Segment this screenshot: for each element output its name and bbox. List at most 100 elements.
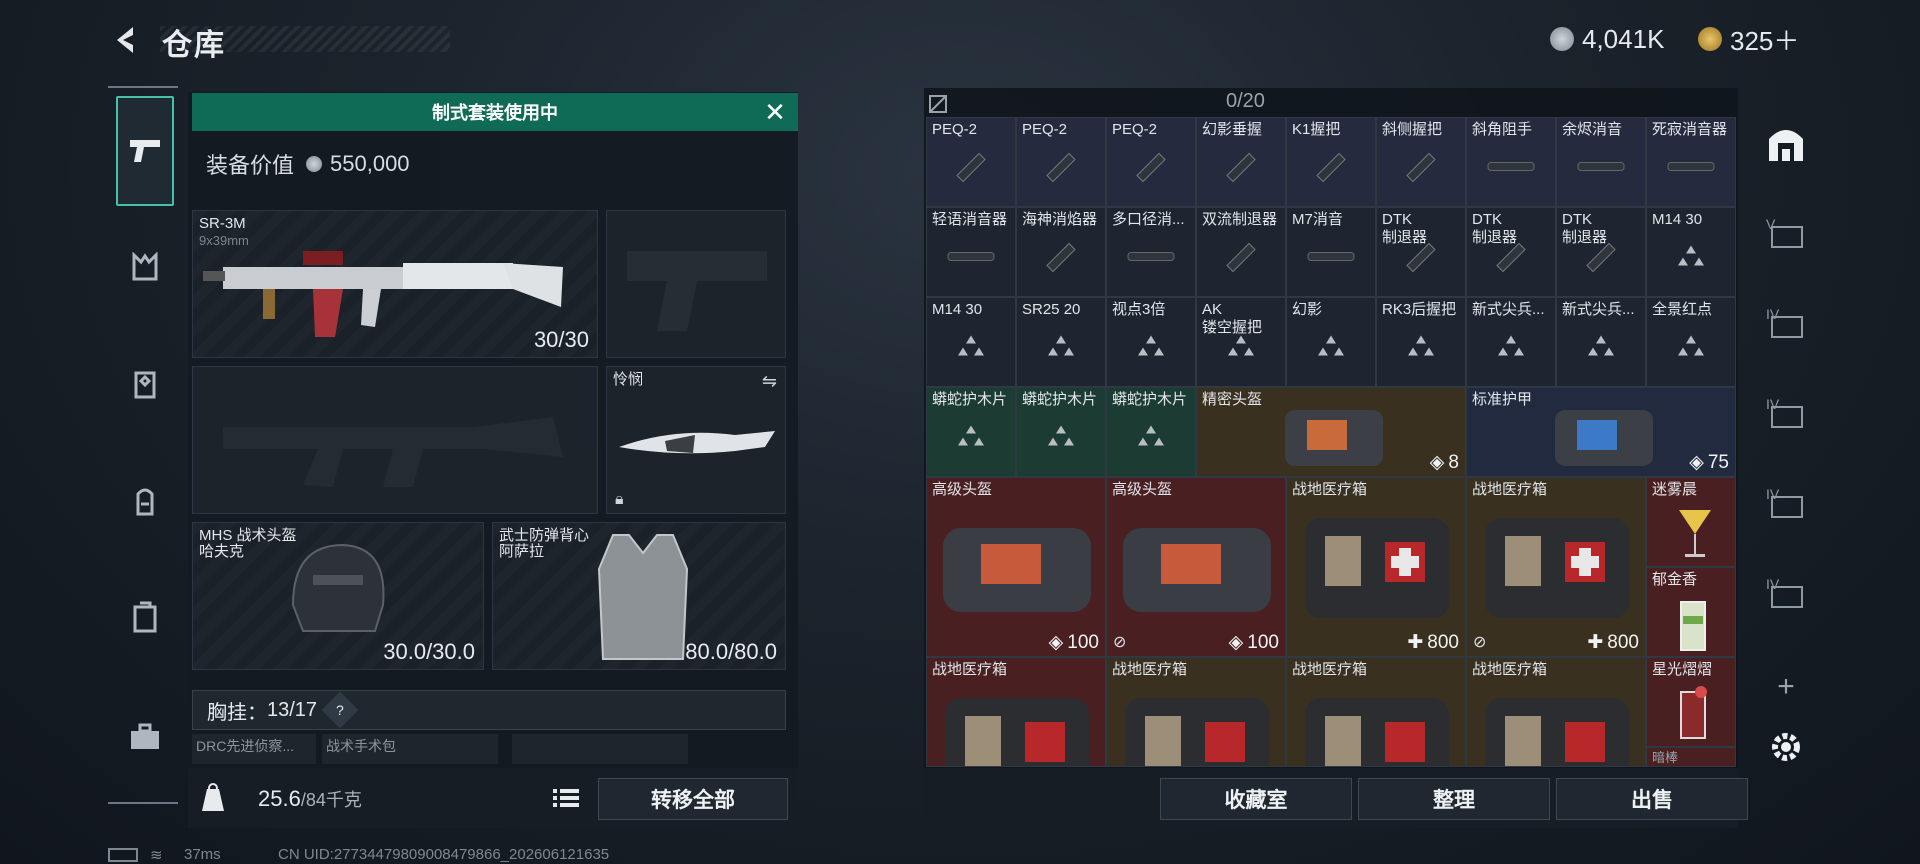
settings-button[interactable] xyxy=(1756,716,1816,778)
item-name: 新式尖兵... xyxy=(1562,301,1635,318)
helmet-slot[interactable]: MHS 战术头盔 哈夫克 30.0/30.0 xyxy=(192,522,484,670)
tab-stash-iv-2[interactable]: IV xyxy=(1756,382,1816,444)
tab-backpack[interactable] xyxy=(116,471,174,533)
tab-stash-v[interactable]: V xyxy=(1756,202,1816,264)
stash-item[interactable]: PEQ-2 xyxy=(1106,117,1196,207)
stash-item[interactable]: 战地医疗箱 xyxy=(926,657,1106,767)
tab-toolbox[interactable] xyxy=(116,706,174,768)
shield-icon: ◈ xyxy=(1689,452,1704,473)
pistol-slot[interactable] xyxy=(606,210,786,358)
stash-item[interactable]: 余烬消音 xyxy=(1556,117,1646,207)
add-tab-icon[interactable]: + xyxy=(1756,656,1816,718)
equip-value-amount: 550,000 xyxy=(330,151,410,176)
stash-item[interactable]: 新式尖兵... xyxy=(1466,297,1556,387)
equip-value-label: 装备价值 xyxy=(206,153,295,178)
uid-text: CN UID:27734479809008479866_202606121635 xyxy=(278,846,610,863)
placeholder-icon xyxy=(1314,332,1348,367)
stash-item[interactable]: 高级头盔 ◈ 100 xyxy=(926,477,1106,657)
help-icon[interactable]: ? xyxy=(321,691,359,729)
stash-item[interactable]: 死寂消音器 xyxy=(1646,117,1736,207)
stash-item[interactable]: 郁金香 xyxy=(1646,567,1736,657)
swap-icon[interactable]: ⇋ xyxy=(762,371,777,392)
chest-item[interactable]: DRC先进侦察... xyxy=(192,734,316,764)
shield-icon: ◈ xyxy=(1228,632,1244,653)
bag-icon xyxy=(1123,528,1271,612)
transfer-all-button[interactable]: 转移全部 xyxy=(598,778,788,820)
stash-item[interactable]: AK 镂空握把 xyxy=(1196,297,1286,387)
tab-stash-iv-1[interactable]: IV xyxy=(1756,292,1816,354)
stash-item[interactable]: 斜侧握把 xyxy=(1376,117,1466,207)
stash-item[interactable]: 多口径消... xyxy=(1106,207,1196,297)
stash-item[interactable]: 双流制退器 xyxy=(1196,207,1286,297)
attachment-icon xyxy=(1041,240,1081,279)
item-name: 视点3倍 xyxy=(1112,301,1166,318)
vest-slot[interactable]: 武士防弹背心 阿萨拉 80.0/80.0 xyxy=(492,522,786,670)
collection-button[interactable]: 收藏室 xyxy=(1160,778,1352,820)
medkit-icon xyxy=(1305,518,1449,618)
back-button[interactable] xyxy=(108,20,144,60)
ticket-balance[interactable]: 325＋ xyxy=(1698,22,1799,56)
stash-item[interactable]: 精密头盔 ◈ 8 xyxy=(1196,387,1466,477)
stash-item[interactable]: 星光熠熠 xyxy=(1646,657,1736,747)
stash-item[interactable]: 高级头盔 ⊘ ◈ 100 xyxy=(1106,477,1286,657)
stash-item[interactable]: 蟒蛇护木片 xyxy=(1106,387,1196,477)
back-arrow-icon xyxy=(117,27,133,53)
item-name: K1握把 xyxy=(1292,121,1341,138)
item-name: 蟒蛇护木片 xyxy=(1022,391,1098,408)
stash-item[interactable]: PEQ-2 xyxy=(1016,117,1106,207)
stash-item[interactable]: M7消音 xyxy=(1286,207,1376,297)
stash-item[interactable]: 战地医疗箱 ⊘ ✚ 800 xyxy=(1466,477,1646,657)
stash-item[interactable]: 新式尖兵... xyxy=(1556,297,1646,387)
stash-item[interactable]: 全景红点 xyxy=(1646,297,1736,387)
stash-item[interactable]: 战地医疗箱 xyxy=(1466,657,1646,767)
stash-item[interactable]: 幻影垂握 xyxy=(1196,117,1286,207)
stash-item[interactable]: 蟒蛇护木片 xyxy=(926,387,1016,477)
stash-item[interactable]: SR25 20 xyxy=(1016,297,1106,387)
melee-slot[interactable]: 怜悯 ⇋ 🔒︎ xyxy=(606,366,786,514)
close-icon[interactable]: ✕ xyxy=(760,97,790,127)
stash-item[interactable]: RK3后握把 xyxy=(1376,297,1466,387)
loadout-banner: 制式套装使用中 xyxy=(192,93,798,131)
tab-warehouse[interactable] xyxy=(1756,112,1816,174)
coin-balance[interactable]: 4,041K xyxy=(1550,22,1664,56)
chest-item[interactable]: 战术手术包 xyxy=(322,734,498,764)
stash-item[interactable]: PEQ-2 xyxy=(926,117,1016,207)
chest-item-empty[interactable] xyxy=(512,734,688,764)
secondary-weapon-slot[interactable] xyxy=(192,366,598,514)
stash-item[interactable]: 幻影 xyxy=(1286,297,1376,387)
tab-stash-iv-3[interactable]: IV xyxy=(1756,472,1816,534)
stash-item[interactable]: 战地医疗箱 xyxy=(1286,657,1466,767)
chest-rig-bar[interactable]: 胸挂： 13/17 ? xyxy=(192,690,786,730)
stash-item[interactable]: 蟒蛇护木片 xyxy=(1016,387,1106,477)
item-name: M7消音 xyxy=(1292,211,1343,228)
item-name: 余烬消音 xyxy=(1562,121,1623,138)
tab-stash-iv-4[interactable]: IV xyxy=(1756,562,1816,624)
tab-armor[interactable] xyxy=(116,354,174,416)
tab-weapons[interactable] xyxy=(116,96,174,206)
stash-item[interactable]: 战地医疗箱 xyxy=(1106,657,1286,767)
ping-text: 37ms xyxy=(184,846,221,863)
stash-item[interactable]: 暗棒 xyxy=(1646,747,1736,767)
stash-item[interactable]: 标准护甲 ◈ 75 xyxy=(1466,387,1736,477)
stash-item[interactable]: M14 30 xyxy=(926,297,1016,387)
stash-item[interactable]: DTK 制退器 xyxy=(1556,207,1646,297)
primary-weapon-slot[interactable]: SR-3M 9x39mm 30/30 xyxy=(192,210,598,358)
stash-item[interactable]: 战地医疗箱 ✚ 800 xyxy=(1286,477,1466,657)
sell-button[interactable]: 出售 xyxy=(1556,778,1748,820)
list-view-button[interactable] xyxy=(550,780,582,816)
stash-item[interactable]: 斜角阻手 xyxy=(1466,117,1556,207)
stash-item[interactable]: DTK 制退器 xyxy=(1376,207,1466,297)
stash-item[interactable]: 迷雾晨 xyxy=(1646,477,1736,567)
organize-button[interactable]: 整理 xyxy=(1358,778,1550,820)
stash-item[interactable]: 海神消焰器 xyxy=(1016,207,1106,297)
stash-item[interactable]: 视点3倍 xyxy=(1106,297,1196,387)
armor-icon xyxy=(134,371,156,399)
stash-item[interactable]: 轻语消音器 xyxy=(926,207,1016,297)
tab-chest-rig[interactable] xyxy=(116,236,174,298)
stash-item[interactable]: M14 30 xyxy=(1646,207,1736,297)
stash-item[interactable]: K1握把 xyxy=(1286,117,1376,207)
stash-tab-rail: V IV IV IV IV + xyxy=(1756,92,1816,832)
tab-case[interactable] xyxy=(116,586,174,648)
item-name: 全景红点 xyxy=(1652,301,1713,318)
stash-item[interactable]: DTK 制退器 xyxy=(1466,207,1556,297)
